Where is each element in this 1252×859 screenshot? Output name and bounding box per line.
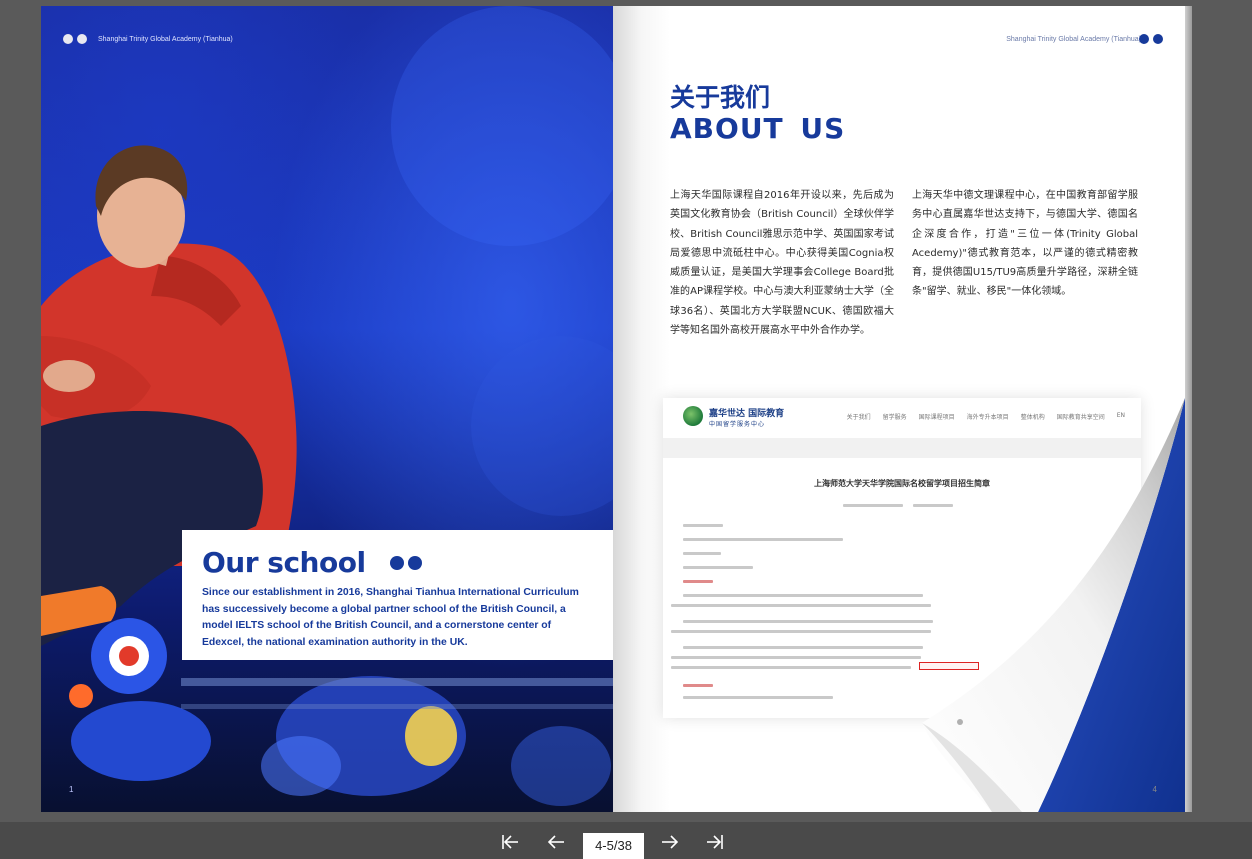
dot-icon <box>63 34 73 44</box>
right-page-number: 4 <box>1152 785 1157 794</box>
right-page[interactable]: Shanghai Trinity Global Academy (Tianhua… <box>613 6 1185 812</box>
right-header-dots <box>1139 34 1163 44</box>
globe-logo-icon <box>683 406 703 426</box>
text-line <box>683 646 923 649</box>
right-page-header: Shanghai Trinity Global Academy (Tianhua… <box>1006 36 1141 43</box>
dot-icon <box>389 555 404 570</box>
page-curl[interactable] <box>922 398 1185 812</box>
text-line <box>671 630 931 633</box>
left-page-header: Shanghai Trinity Global Academy (Tianhua… <box>98 36 233 43</box>
text-line <box>683 566 753 569</box>
dot-icon <box>77 34 87 44</box>
about-paragraph-1: 上海天华国际课程自2016年开设以来，先后成为英国文化教育协会（British … <box>670 190 894 337</box>
text-line <box>671 656 921 659</box>
skip-first-icon <box>502 835 518 849</box>
last-page-button[interactable] <box>703 832 727 852</box>
dot-icon <box>407 555 422 570</box>
dot-icon <box>1139 34 1149 44</box>
previous-page-button[interactable] <box>544 832 568 852</box>
flipbook-viewer: Shanghai Trinity Global Academy (Tianhua… <box>0 0 1252 822</box>
school-description: Since our establishment in 2016, Shangha… <box>202 587 579 648</box>
our-school-card: Our school Since our establishment in 20… <box>182 530 613 660</box>
school-title-dots <box>389 555 422 570</box>
text-line <box>683 580 713 583</box>
website-menu-item: 留学服务 <box>882 414 907 421</box>
first-page-button[interactable] <box>498 832 522 852</box>
text-line <box>671 604 931 607</box>
website-logo-name: 嘉华世达 国际教育 <box>709 409 785 419</box>
text-line <box>683 538 843 541</box>
text-line <box>683 552 721 555</box>
arrow-left-icon <box>547 835 564 849</box>
next-page-button[interactable] <box>658 832 682 852</box>
left-page-number: 1 <box>69 785 74 794</box>
text-line <box>683 696 833 699</box>
student-photo <box>41 6 613 806</box>
text-line <box>843 504 903 507</box>
page-stack-edge <box>1185 6 1192 812</box>
about-title-cn: 关于我们 <box>670 83 771 112</box>
about-title-en: ABOUT US <box>670 112 846 145</box>
text-line <box>683 524 723 527</box>
arrow-right-icon <box>662 835 679 849</box>
website-menu-item: 关于我们 <box>846 414 871 421</box>
text-line <box>683 684 713 687</box>
text-line <box>683 620 933 623</box>
website-logo-subtitle: 中国留学服务中心 <box>709 421 766 428</box>
school-title: Our school <box>202 546 366 579</box>
text-line <box>683 594 923 597</box>
left-page[interactable]: Shanghai Trinity Global Academy (Tianhua… <box>41 6 613 812</box>
dot-icon <box>1153 34 1163 44</box>
flipbook-toolbar: 4-5/38 <box>0 822 1252 859</box>
skip-last-icon <box>707 835 723 849</box>
page-indicator[interactable]: 4-5/38 <box>583 833 644 859</box>
text-line <box>671 666 911 669</box>
about-paragraph-2: 上海天华中德文理课程中心，在中国教育部留学服务中心直属嘉华世达支持下，与德国大学… <box>912 190 1138 298</box>
left-header-dots <box>63 34 87 44</box>
